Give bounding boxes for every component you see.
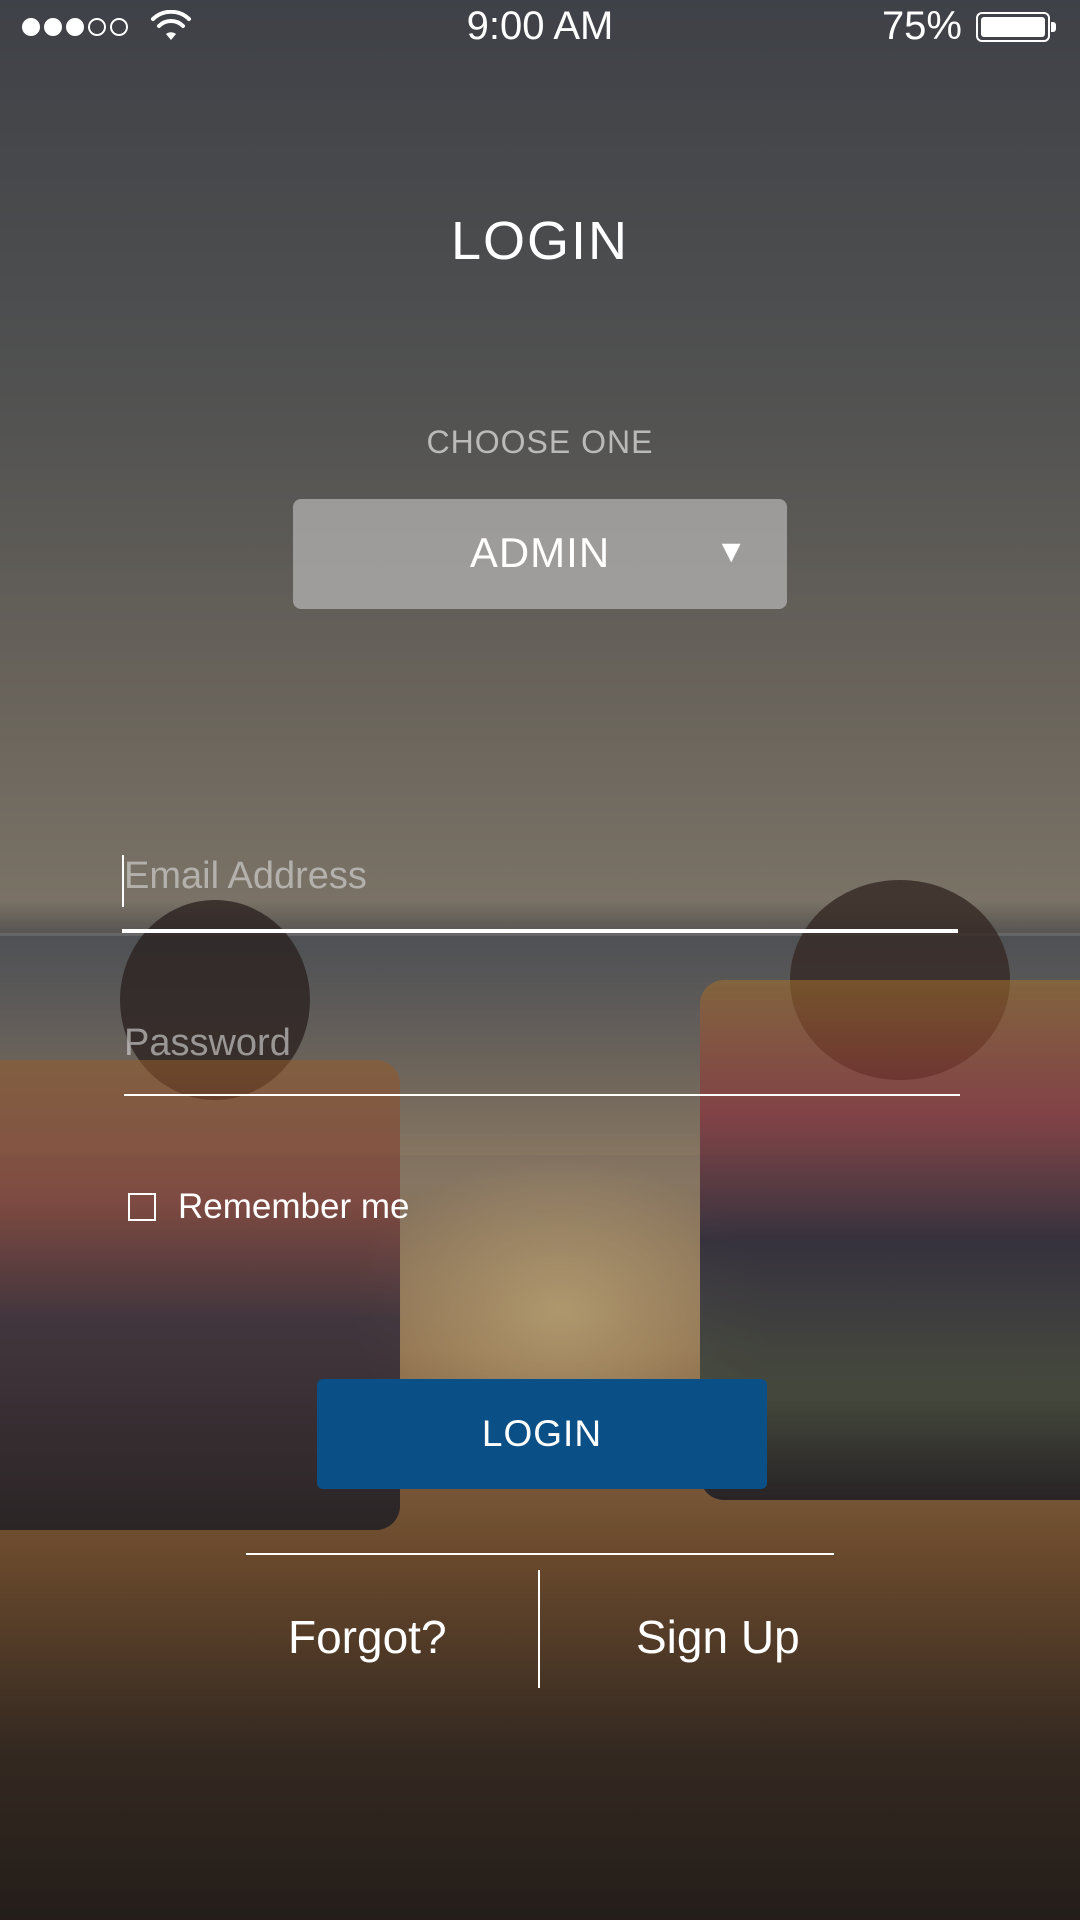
password-underline [124, 1094, 960, 1096]
text-caret [122, 855, 124, 907]
background-overlay [0, 0, 1080, 1920]
dropdown-arrow-icon: ▼ [715, 533, 747, 569]
password-field[interactable] [122, 1022, 960, 1065]
role-dropdown[interactable]: ADMIN ▼ [293, 499, 787, 609]
remember-me-checkbox[interactable] [128, 1193, 156, 1221]
footer-vertical-divider [538, 1570, 540, 1688]
sign-up-link[interactable]: Sign Up [636, 1610, 800, 1664]
password-field-container [122, 1022, 960, 1096]
battery-percent: 75% [881, 4, 962, 48]
page-title: LOGIN [450, 211, 630, 271]
role-dropdown-value: ADMIN [469, 529, 611, 576]
footer-divider [246, 1553, 834, 1555]
role-picker-label: CHOOSE ONE [426, 424, 654, 460]
remember-me-label: Remember me [178, 1187, 410, 1226]
email-field[interactable] [122, 855, 960, 898]
email-underline [122, 929, 958, 933]
login-button[interactable]: LOGIN [317, 1379, 767, 1489]
remember-me-row[interactable]: Remember me [128, 1187, 409, 1227]
email-field-container [122, 855, 960, 933]
battery-icon [976, 12, 1056, 42]
forgot-password-link[interactable]: Forgot? [288, 1610, 447, 1664]
status-bar: 9:00 AM 75% [0, 0, 1080, 54]
